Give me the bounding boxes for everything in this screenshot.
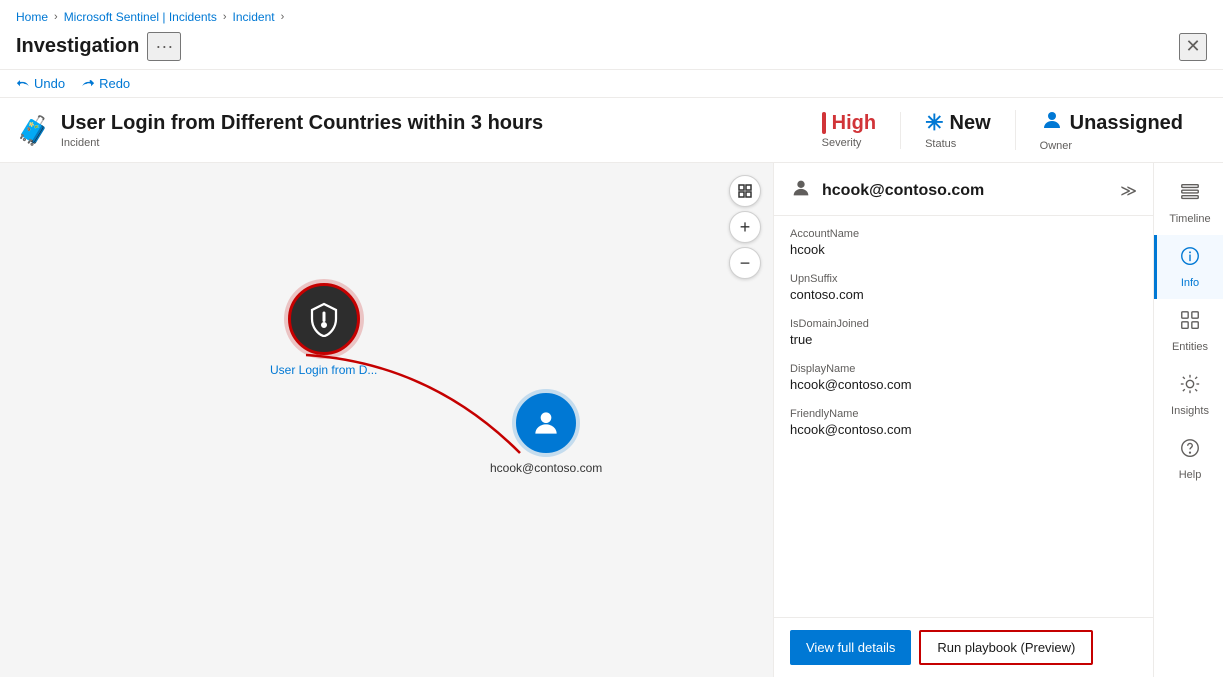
zoom-out-icon: −: [740, 254, 751, 272]
display-name-value: hcook@contoso.com: [790, 377, 1137, 392]
graph-connector: [0, 163, 773, 677]
friendly-name-label: FriendlyName: [790, 408, 1137, 420]
info-label: Info: [1181, 277, 1199, 289]
incident-title: User Login from Different Countries with…: [61, 112, 543, 135]
zoom-in-button[interactable]: +: [729, 211, 761, 243]
field-upn-suffix: UpnSuffix contoso.com: [790, 273, 1137, 302]
sidebar-item-help[interactable]: Help: [1154, 427, 1223, 491]
is-domain-joined-value: true: [790, 332, 1137, 347]
sidebar-item-insights[interactable]: Insights: [1154, 363, 1223, 427]
redo-button[interactable]: Redo: [81, 76, 130, 91]
owner-label: Owner: [1040, 140, 1072, 152]
display-name-label: DisplayName: [790, 363, 1137, 375]
help-icon: [1179, 437, 1201, 465]
severity-label: Severity: [822, 137, 862, 149]
zoom-in-icon: +: [740, 218, 751, 236]
friendly-name-value: hcook@contoso.com: [790, 422, 1137, 437]
right-sidebar: Timeline Info Entities: [1153, 163, 1223, 677]
detail-panel: hcook@contoso.com ≫ AccountName hcook Up…: [773, 163, 1153, 677]
more-button[interactable]: ···: [147, 32, 181, 61]
severity-meta: High Severity: [798, 112, 901, 149]
investigation-canvas[interactable]: User Login from D... hcook@contoso.com: [0, 163, 773, 677]
user-person-icon: [530, 407, 562, 439]
sidebar-item-info[interactable]: Info: [1154, 235, 1223, 299]
entity-name: hcook@contoso.com: [822, 182, 984, 200]
upn-suffix-value: contoso.com: [790, 287, 1137, 302]
upn-suffix-label: UpnSuffix: [790, 273, 1137, 285]
severity-bar-icon: [822, 112, 826, 134]
incident-type-label: Incident: [61, 137, 543, 149]
entities-icon: [1179, 309, 1201, 337]
undo-button[interactable]: Undo: [16, 76, 65, 91]
info-icon: [1179, 245, 1201, 273]
owner-person-icon: [1040, 108, 1064, 138]
detail-fields: AccountName hcook UpnSuffix contoso.com …: [774, 216, 1153, 617]
sidebar-item-timeline[interactable]: Timeline: [1154, 171, 1223, 235]
insights-icon: [1179, 373, 1201, 401]
breadcrumb-sentinel[interactable]: Microsoft Sentinel | Incidents: [64, 10, 217, 24]
zoom-out-button[interactable]: −: [729, 247, 761, 279]
incident-graph-node[interactable]: User Login from D...: [270, 283, 377, 377]
page-header: Investigation ··· ✕: [0, 30, 1223, 70]
main-content: User Login from D... hcook@contoso.com: [0, 163, 1223, 677]
insights-label: Insights: [1171, 405, 1209, 417]
toolbar: Undo Redo: [0, 70, 1223, 98]
incident-node-circle: [288, 283, 360, 355]
user-graph-node[interactable]: hcook@contoso.com: [490, 393, 602, 475]
detail-footer: View full details Run playbook (Preview): [774, 617, 1153, 677]
incident-node-label: User Login from D...: [270, 363, 377, 377]
account-name-value: hcook: [790, 242, 1137, 257]
timeline-icon: [1179, 181, 1201, 209]
redo-icon: [81, 77, 95, 91]
incident-briefcase-icon: 🧳: [16, 114, 51, 147]
close-button[interactable]: ✕: [1179, 33, 1207, 61]
sidebar-item-entities[interactable]: Entities: [1154, 299, 1223, 363]
field-friendly-name: FriendlyName hcook@contoso.com: [790, 408, 1137, 437]
account-name-label: AccountName: [790, 228, 1137, 240]
detail-panel-header: hcook@contoso.com ≫: [774, 163, 1153, 216]
breadcrumb-home[interactable]: Home: [16, 10, 48, 24]
fit-zoom-button[interactable]: [729, 175, 761, 207]
shield-alert-icon: [306, 301, 342, 337]
status-label: Status: [925, 138, 956, 150]
entity-user-icon: [790, 177, 812, 205]
breadcrumb: Home › Microsoft Sentinel | Incidents › …: [0, 0, 1223, 30]
field-account-name: AccountName hcook: [790, 228, 1137, 257]
undo-icon: [16, 77, 30, 91]
owner-meta: Unassigned Owner: [1016, 108, 1207, 152]
fit-icon: [737, 183, 753, 199]
breadcrumb-incident[interactable]: Incident: [233, 10, 275, 24]
timeline-label: Timeline: [1169, 213, 1210, 225]
field-display-name: DisplayName hcook@contoso.com: [790, 363, 1137, 392]
incident-bar: 🧳 User Login from Different Countries wi…: [0, 98, 1223, 163]
is-domain-joined-label: IsDomainJoined: [790, 318, 1137, 330]
help-label: Help: [1179, 469, 1202, 481]
page-title: Investigation: [16, 35, 139, 58]
entities-label: Entities: [1172, 341, 1208, 353]
zoom-controls: + −: [729, 175, 761, 279]
user-node-label: hcook@contoso.com: [490, 461, 602, 475]
field-is-domain-joined: IsDomainJoined true: [790, 318, 1137, 347]
status-meta: ✳ New Status: [901, 110, 1016, 150]
view-full-details-button[interactable]: View full details: [790, 630, 911, 665]
status-spin-icon: ✳: [925, 110, 943, 136]
user-node-circle: [516, 393, 576, 453]
expand-detail-button[interactable]: ≫: [1120, 181, 1137, 201]
run-playbook-button[interactable]: Run playbook (Preview): [919, 630, 1093, 665]
